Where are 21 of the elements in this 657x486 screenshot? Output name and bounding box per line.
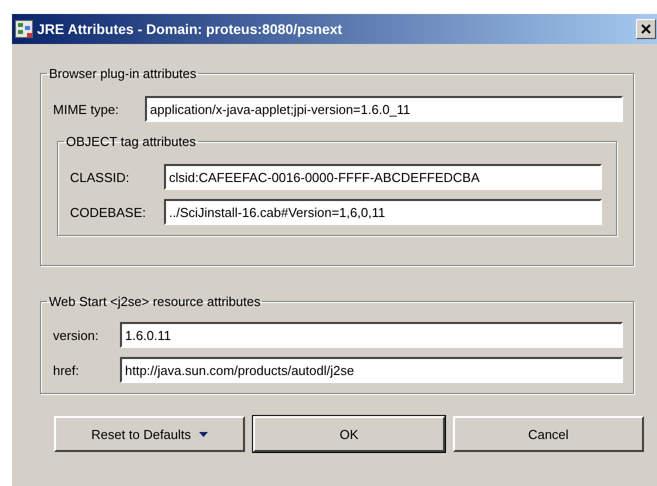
field-label: CLASSID: [70,170,130,184]
window-title: JRE Attributes - Domain: proteus:8080/psnext [37,21,344,37]
field-label: MIME type: [53,102,120,116]
caret-icon [199,432,208,436]
field-label: version: [53,328,100,342]
group-title: Web Start <j2se> resource attributes [48,294,262,309]
group-title: OBJECT tag attributes [65,134,197,149]
field-label: href: [53,362,80,378]
group-title: Browser plug-in attributes [48,66,198,81]
dropdown-button[interactable]: Reset to Defaults [54,416,246,452]
input-field[interactable]: application/x-java-applet;jpi-version=1.6.0_11 [145,96,623,122]
input-field[interactable]: http://java.sun.com/products/autodl/j2se [120,357,623,383]
close-icon [641,24,651,34]
close-button[interactable] [636,19,656,39]
dialog-button[interactable]: Cancel [452,416,644,452]
input-field[interactable]: clsid:CAFEEFAC-0016-0000-FFFF-ABCDEFFEDCBA [164,164,602,190]
dialog-button[interactable]: OK [253,416,445,452]
app-icon [15,20,33,38]
input-field[interactable]: ../SciJinstall-16.cab#Version=1,6,0,11 [164,199,602,225]
input-field[interactable]: 1.6.0.11 [120,322,623,348]
field-label: CODEBASE: [70,204,147,220]
